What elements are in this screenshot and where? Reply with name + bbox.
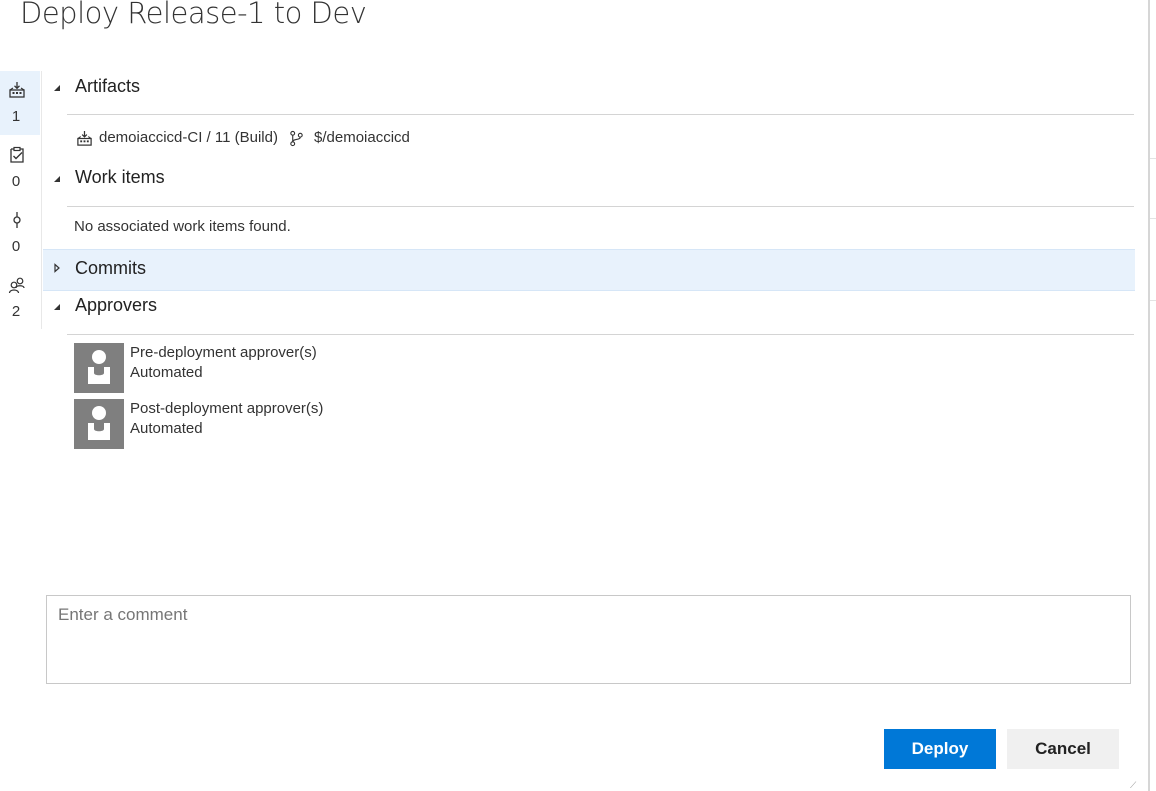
summary-rail: 1 0 0 2 <box>0 71 42 329</box>
work-items-empty-message: No associated work items found. <box>74 218 291 235</box>
approver-title: Pre-deployment approver(s) <box>130 344 317 361</box>
section-divider <box>67 114 1134 115</box>
artifact-build-link[interactable]: demoiaccicd-CI / 11 (Build) <box>99 129 278 146</box>
build-artifact-icon <box>9 82 25 98</box>
caret-expanded-icon <box>54 176 60 182</box>
cancel-button[interactable]: Cancel <box>1007 729 1119 769</box>
resize-grip-icon[interactable]: ⟋ <box>1130 781 1138 790</box>
avatar <box>74 343 124 393</box>
rail-count: 0 <box>11 238 21 255</box>
dialog-edge <box>1148 0 1156 791</box>
section-artifacts-header[interactable]: Artifacts <box>43 69 1135 109</box>
section-divider <box>67 334 1134 335</box>
caret-collapsed-icon <box>54 263 60 273</box>
deploy-button[interactable]: Deploy <box>884 729 996 769</box>
approver-status: Automated <box>130 420 203 437</box>
work-item-icon <box>10 146 24 163</box>
build-artifact-icon <box>77 130 92 146</box>
approver-status: Automated <box>130 364 203 381</box>
dialog-title: Deploy Release-1 to Dev <box>20 0 367 30</box>
approver-title: Post-deployment approver(s) <box>130 400 324 417</box>
branch-icon <box>290 130 303 147</box>
rail-item-artifacts[interactable]: 1 <box>0 71 40 135</box>
approver-item: Pre-deployment approver(s) Automated <box>74 343 474 393</box>
deploy-dialog: Deploy Release-1 to Dev 1 0 0 2 Artifact… <box>0 0 1148 791</box>
section-commits-header[interactable]: Commits <box>43 249 1135 291</box>
rail-count: 2 <box>11 303 21 320</box>
rail-item-commits[interactable]: 0 <box>0 201 40 265</box>
artifact-repo-link[interactable]: $/demoiaccicd <box>314 129 410 146</box>
edge-mark <box>1150 218 1156 219</box>
caret-expanded-icon <box>54 85 60 91</box>
user-icon <box>88 350 110 384</box>
comment-input[interactable] <box>46 595 1131 684</box>
section-title: Commits <box>75 258 146 278</box>
section-title: Work items <box>75 167 165 187</box>
user-icon <box>88 406 110 440</box>
rail-item-work-items[interactable]: 0 <box>0 136 40 200</box>
section-approvers-header[interactable]: Approvers <box>43 288 1135 328</box>
rail-item-approvers[interactable]: 2 <box>0 266 40 330</box>
avatar <box>74 399 124 449</box>
caret-expanded-icon <box>54 304 60 310</box>
rail-count: 1 <box>11 108 21 125</box>
section-title: Approvers <box>75 295 158 315</box>
section-divider <box>67 206 1134 207</box>
commit-icon <box>13 212 21 228</box>
approver-item: Post-deployment approver(s) Automated <box>74 399 474 449</box>
section-title: Artifacts <box>75 76 141 96</box>
section-work-items-header[interactable]: Work items <box>43 160 1135 200</box>
edge-mark <box>1150 158 1156 159</box>
edge-mark <box>1150 300 1156 301</box>
approvers-icon <box>8 277 25 294</box>
rail-count: 0 <box>11 173 21 190</box>
